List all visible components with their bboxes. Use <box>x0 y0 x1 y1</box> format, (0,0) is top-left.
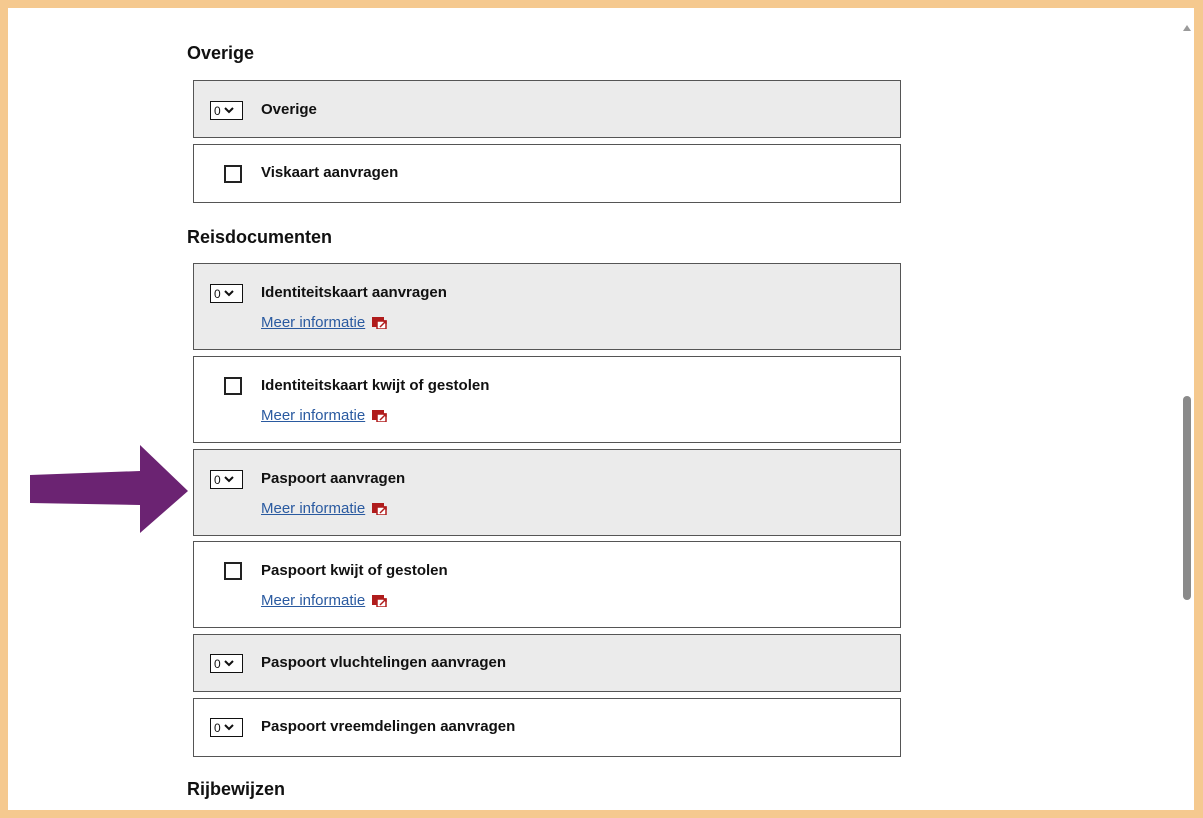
more-info-link[interactable]: Meer informatie <box>261 314 388 331</box>
external-link-icon <box>372 409 388 422</box>
quantity-value: 0 <box>214 720 221 735</box>
list-item: 0 Overige <box>193 80 901 138</box>
item-checkbox[interactable] <box>224 165 242 183</box>
item-label: Paspoort kwijt of gestolen <box>261 562 448 579</box>
list-item: 0 Paspoort aanvragen Meer informatie <box>193 449 901 536</box>
section-title-overige: Overige <box>187 43 255 63</box>
list-item: Paspoort kwijt of gestolen Meer informat… <box>193 541 901 628</box>
more-info-label: Meer informatie <box>261 407 366 424</box>
chevron-down-icon <box>223 724 234 731</box>
list-item: Viskaart aanvragen <box>193 144 901 203</box>
scrollbar-thumb[interactable] <box>1183 396 1191 600</box>
chevron-down-icon <box>223 107 234 114</box>
quantity-select[interactable]: 0 <box>210 470 243 489</box>
quantity-select[interactable]: 0 <box>210 654 243 673</box>
section-title-rijbewijzen: Rijbewijzen <box>187 779 286 799</box>
arrow-right-icon <box>30 445 188 533</box>
item-label: Paspoort aanvragen <box>261 470 406 487</box>
external-link-icon <box>372 316 388 329</box>
more-info-label: Meer informatie <box>261 500 366 517</box>
quantity-value: 0 <box>214 286 221 301</box>
quantity-value: 0 <box>214 656 221 671</box>
item-label: Identiteitskaart kwijt of gestolen <box>261 377 490 394</box>
quantity-select[interactable]: 0 <box>210 101 243 120</box>
quantity-value: 0 <box>214 103 221 118</box>
item-label: Overige <box>261 101 317 118</box>
quantity-value: 0 <box>214 472 221 487</box>
external-link-icon <box>372 502 388 515</box>
scroll-up-icon[interactable] <box>1183 25 1191 31</box>
more-info-link[interactable]: Meer informatie <box>261 592 388 609</box>
external-link-icon <box>372 594 388 607</box>
list-item: Identiteitskaart kwijt of gestolen Meer … <box>193 356 901 443</box>
chevron-down-icon <box>223 290 234 297</box>
item-label: Viskaart aanvragen <box>261 164 399 181</box>
item-label: Identiteitskaart aanvragen <box>261 284 447 301</box>
more-info-link[interactable]: Meer informatie <box>261 500 388 517</box>
item-checkbox[interactable] <box>224 377 242 395</box>
chevron-down-icon <box>223 476 234 483</box>
item-checkbox[interactable] <box>224 562 242 580</box>
more-info-label: Meer informatie <box>261 592 366 609</box>
quantity-select[interactable]: 0 <box>210 718 243 737</box>
list-item: 0 Identiteitskaart aanvragen Meer inform… <box>193 263 901 350</box>
section-title-reisdocumenten: Reisdocumenten <box>187 227 333 247</box>
list-item: 0 Paspoort vreemdelingen aanvragen <box>193 698 901 757</box>
list-item: 0 Paspoort vluchtelingen aanvragen <box>193 634 901 692</box>
item-label: Paspoort vreemdelingen aanvragen <box>261 718 516 735</box>
item-label: Paspoort vluchtelingen aanvragen <box>261 654 507 671</box>
quantity-select[interactable]: 0 <box>210 284 243 303</box>
page: Overige 0 Overige Viskaart aanvragen Rei… <box>8 8 1194 810</box>
scrollbar[interactable] <box>1178 8 1194 810</box>
more-info-label: Meer informatie <box>261 314 366 331</box>
more-info-link[interactable]: Meer informatie <box>261 407 388 424</box>
chevron-down-icon <box>223 660 234 667</box>
